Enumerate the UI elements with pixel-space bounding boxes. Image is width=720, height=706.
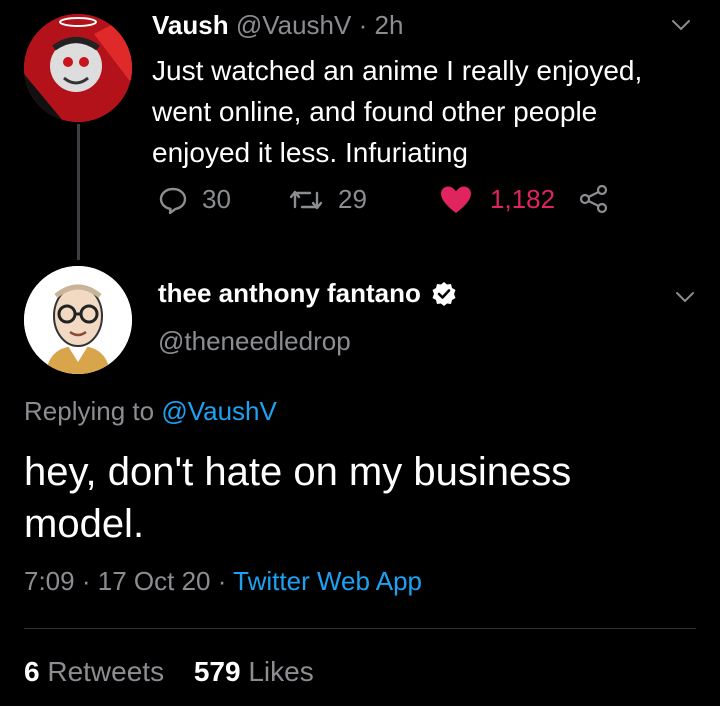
- avatar-illustration: [24, 266, 132, 374]
- tweet-source-link[interactable]: Twitter Web App: [233, 566, 422, 596]
- verified-badge-icon: [432, 281, 456, 306]
- separator: ·: [217, 566, 227, 596]
- avatar-vaush[interactable]: [24, 14, 132, 122]
- share-button[interactable]: [578, 184, 610, 214]
- retweets-count: 6: [24, 656, 40, 687]
- reply-icon: [159, 187, 187, 214]
- author-name[interactable]: Vaush: [152, 10, 229, 40]
- replying-to-line: Replying to @VaushV: [24, 396, 277, 427]
- tweet-text: Just watched an anime I really enjoyed, …: [152, 55, 643, 168]
- author-handle[interactable]: @VaushV: [236, 10, 352, 40]
- reply-count: 30: [202, 184, 231, 214]
- like-button[interactable]: 1,182: [440, 184, 555, 215]
- retweet-count: 29: [338, 184, 367, 214]
- replying-prefix: Replying to: [24, 396, 155, 426]
- likes-label: Likes: [248, 656, 314, 687]
- separator: ·: [358, 10, 368, 40]
- likes-stat[interactable]: 579 Likes: [194, 656, 314, 687]
- replying-to-link[interactable]: @VaushV: [161, 396, 277, 426]
- tweet-time[interactable]: 2h: [375, 10, 404, 40]
- retweets-stat[interactable]: 6 Retweets: [24, 656, 164, 687]
- divider: [24, 628, 696, 629]
- chevron-down-icon[interactable]: [672, 284, 698, 310]
- tweet-date[interactable]: 17 Oct 20: [98, 566, 211, 596]
- engagement-stats: 6 Retweets 579 Likes: [24, 656, 314, 688]
- separator: ·: [81, 566, 91, 596]
- tweet-meta: 7:09 · 17 Oct 20 · Twitter Web App: [24, 566, 422, 597]
- retweet-button[interactable]: 29: [288, 184, 367, 215]
- tweet-header: Vaush @VaushV · 2h: [152, 10, 403, 41]
- tweet-time[interactable]: 7:09: [24, 566, 75, 596]
- likes-count: 579: [193, 656, 241, 687]
- tweet-text: hey, don't hate on my business model.: [24, 450, 572, 546]
- retweet-icon: [289, 190, 323, 209]
- thread-line: [77, 124, 80, 260]
- author-handle[interactable]: @theneedledrop: [158, 326, 351, 357]
- share-icon: [579, 184, 608, 214]
- avatar-illustration: [24, 14, 132, 122]
- like-count: 1,182: [490, 184, 556, 214]
- author-name[interactable]: thee anthony fantano: [158, 278, 421, 309]
- author-name-row: thee anthony fantano: [158, 278, 457, 309]
- avatar-theneedledrop[interactable]: [24, 266, 132, 374]
- chevron-down-icon[interactable]: [668, 12, 694, 38]
- reply-button[interactable]: 30: [158, 184, 231, 215]
- retweets-label: Retweets: [47, 656, 165, 687]
- heart-icon: [441, 186, 471, 213]
